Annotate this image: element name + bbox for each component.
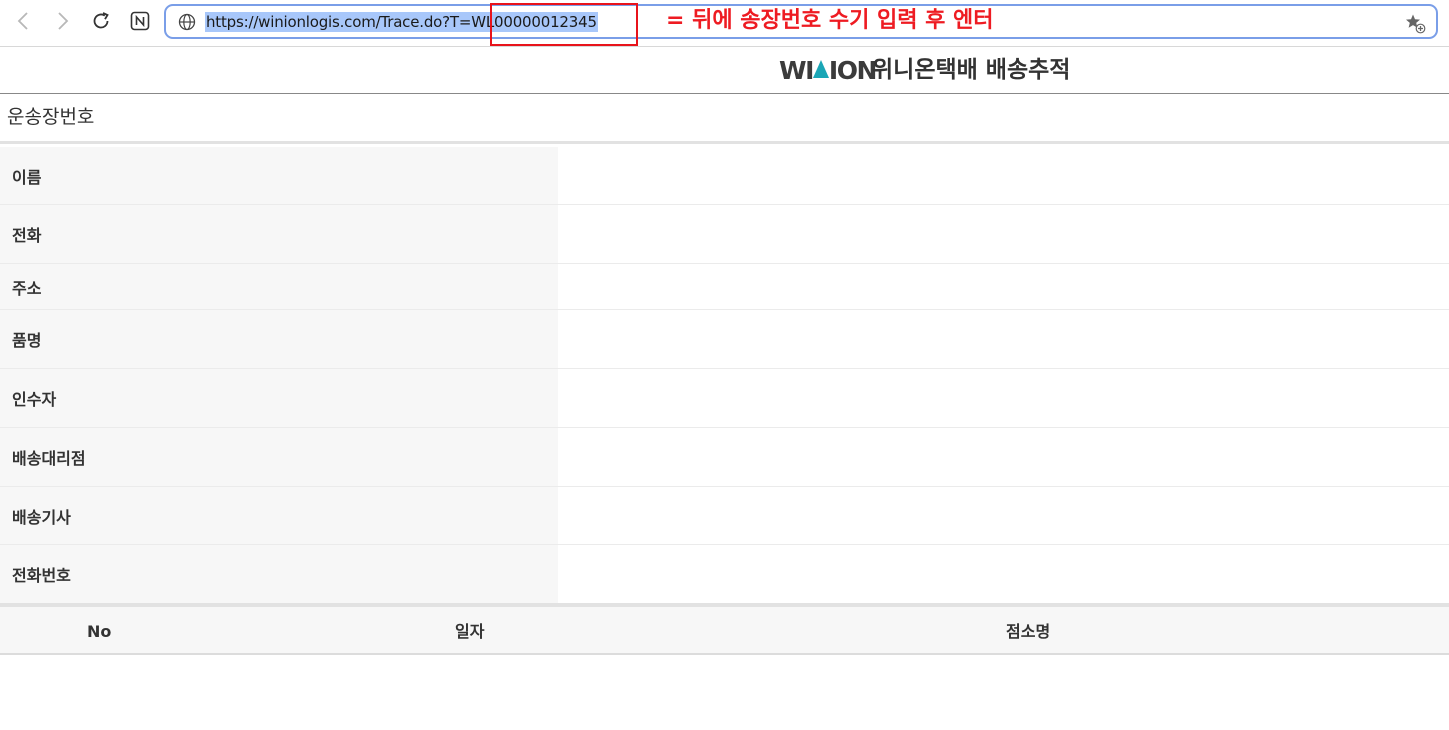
n-extension-icon xyxy=(130,11,150,31)
detail-value xyxy=(558,545,1449,603)
detail-label: 배송기사 xyxy=(0,487,558,544)
logo-text-right: ION xyxy=(828,55,877,85)
chevron-right-icon xyxy=(58,12,69,30)
globe-icon[interactable] xyxy=(178,13,196,31)
detail-value xyxy=(558,428,1449,486)
detail-label: 이름 xyxy=(0,147,558,204)
detail-label: 주소 xyxy=(0,264,558,309)
detail-label: 전화번호 xyxy=(0,545,558,603)
detail-value xyxy=(558,310,1449,368)
reload-icon xyxy=(93,12,109,29)
back-button[interactable] xyxy=(8,6,38,36)
detail-label: 품명 xyxy=(0,310,558,368)
annotation-note: = 뒤에 송장번호 수기 입력 후 엔터 xyxy=(666,8,994,33)
column-header-branch: 점소명 xyxy=(1006,622,1051,641)
winion-logo: WI ION xyxy=(779,55,877,85)
detail-row-driver-phone: 전화번호 xyxy=(0,545,1449,603)
logo-mark-icon xyxy=(812,60,829,78)
detail-row-name: 이름 xyxy=(0,147,1449,205)
detail-row-driver: 배송기사 xyxy=(0,487,1449,545)
detail-value xyxy=(558,264,1449,309)
forward-button[interactable] xyxy=(48,6,78,36)
detail-value xyxy=(558,369,1449,427)
detail-label: 인수자 xyxy=(0,369,558,427)
detail-label: 전화 xyxy=(0,205,558,263)
column-header-date: 일자 xyxy=(455,622,485,641)
reload-button[interactable] xyxy=(86,6,116,36)
logo-text-left: WI xyxy=(779,55,814,85)
detail-value xyxy=(558,147,1449,204)
chevron-left-icon xyxy=(17,12,28,30)
detail-row-agency: 배송대리점 xyxy=(0,428,1449,487)
detail-label: 배송대리점 xyxy=(0,428,558,486)
detail-table: 이름 전화 주소 품명 인수자 배송대리점 배송기사 전화번호 xyxy=(0,147,1449,603)
page-header: WI ION 위니온택배 배송추적 xyxy=(0,47,1449,94)
detail-row-recipient: 인수자 xyxy=(0,369,1449,428)
column-header-no: No xyxy=(87,622,112,641)
history-table-header: No 일자 점소명 xyxy=(0,603,1449,655)
detail-row-address: 주소 xyxy=(0,264,1449,310)
page-title: 위니온택배 배송추적 xyxy=(872,57,1071,83)
detail-value xyxy=(558,205,1449,263)
star-plus-icon[interactable] xyxy=(1404,12,1426,34)
detail-row-phone: 전화 xyxy=(0,205,1449,264)
detail-row-item: 품명 xyxy=(0,310,1449,369)
invoice-highlight-box xyxy=(490,3,638,46)
extension-button[interactable] xyxy=(125,6,155,36)
detail-value xyxy=(558,487,1449,544)
invoice-row: 운송장번호 xyxy=(0,94,1449,144)
invoice-label: 운송장번호 xyxy=(7,106,95,128)
